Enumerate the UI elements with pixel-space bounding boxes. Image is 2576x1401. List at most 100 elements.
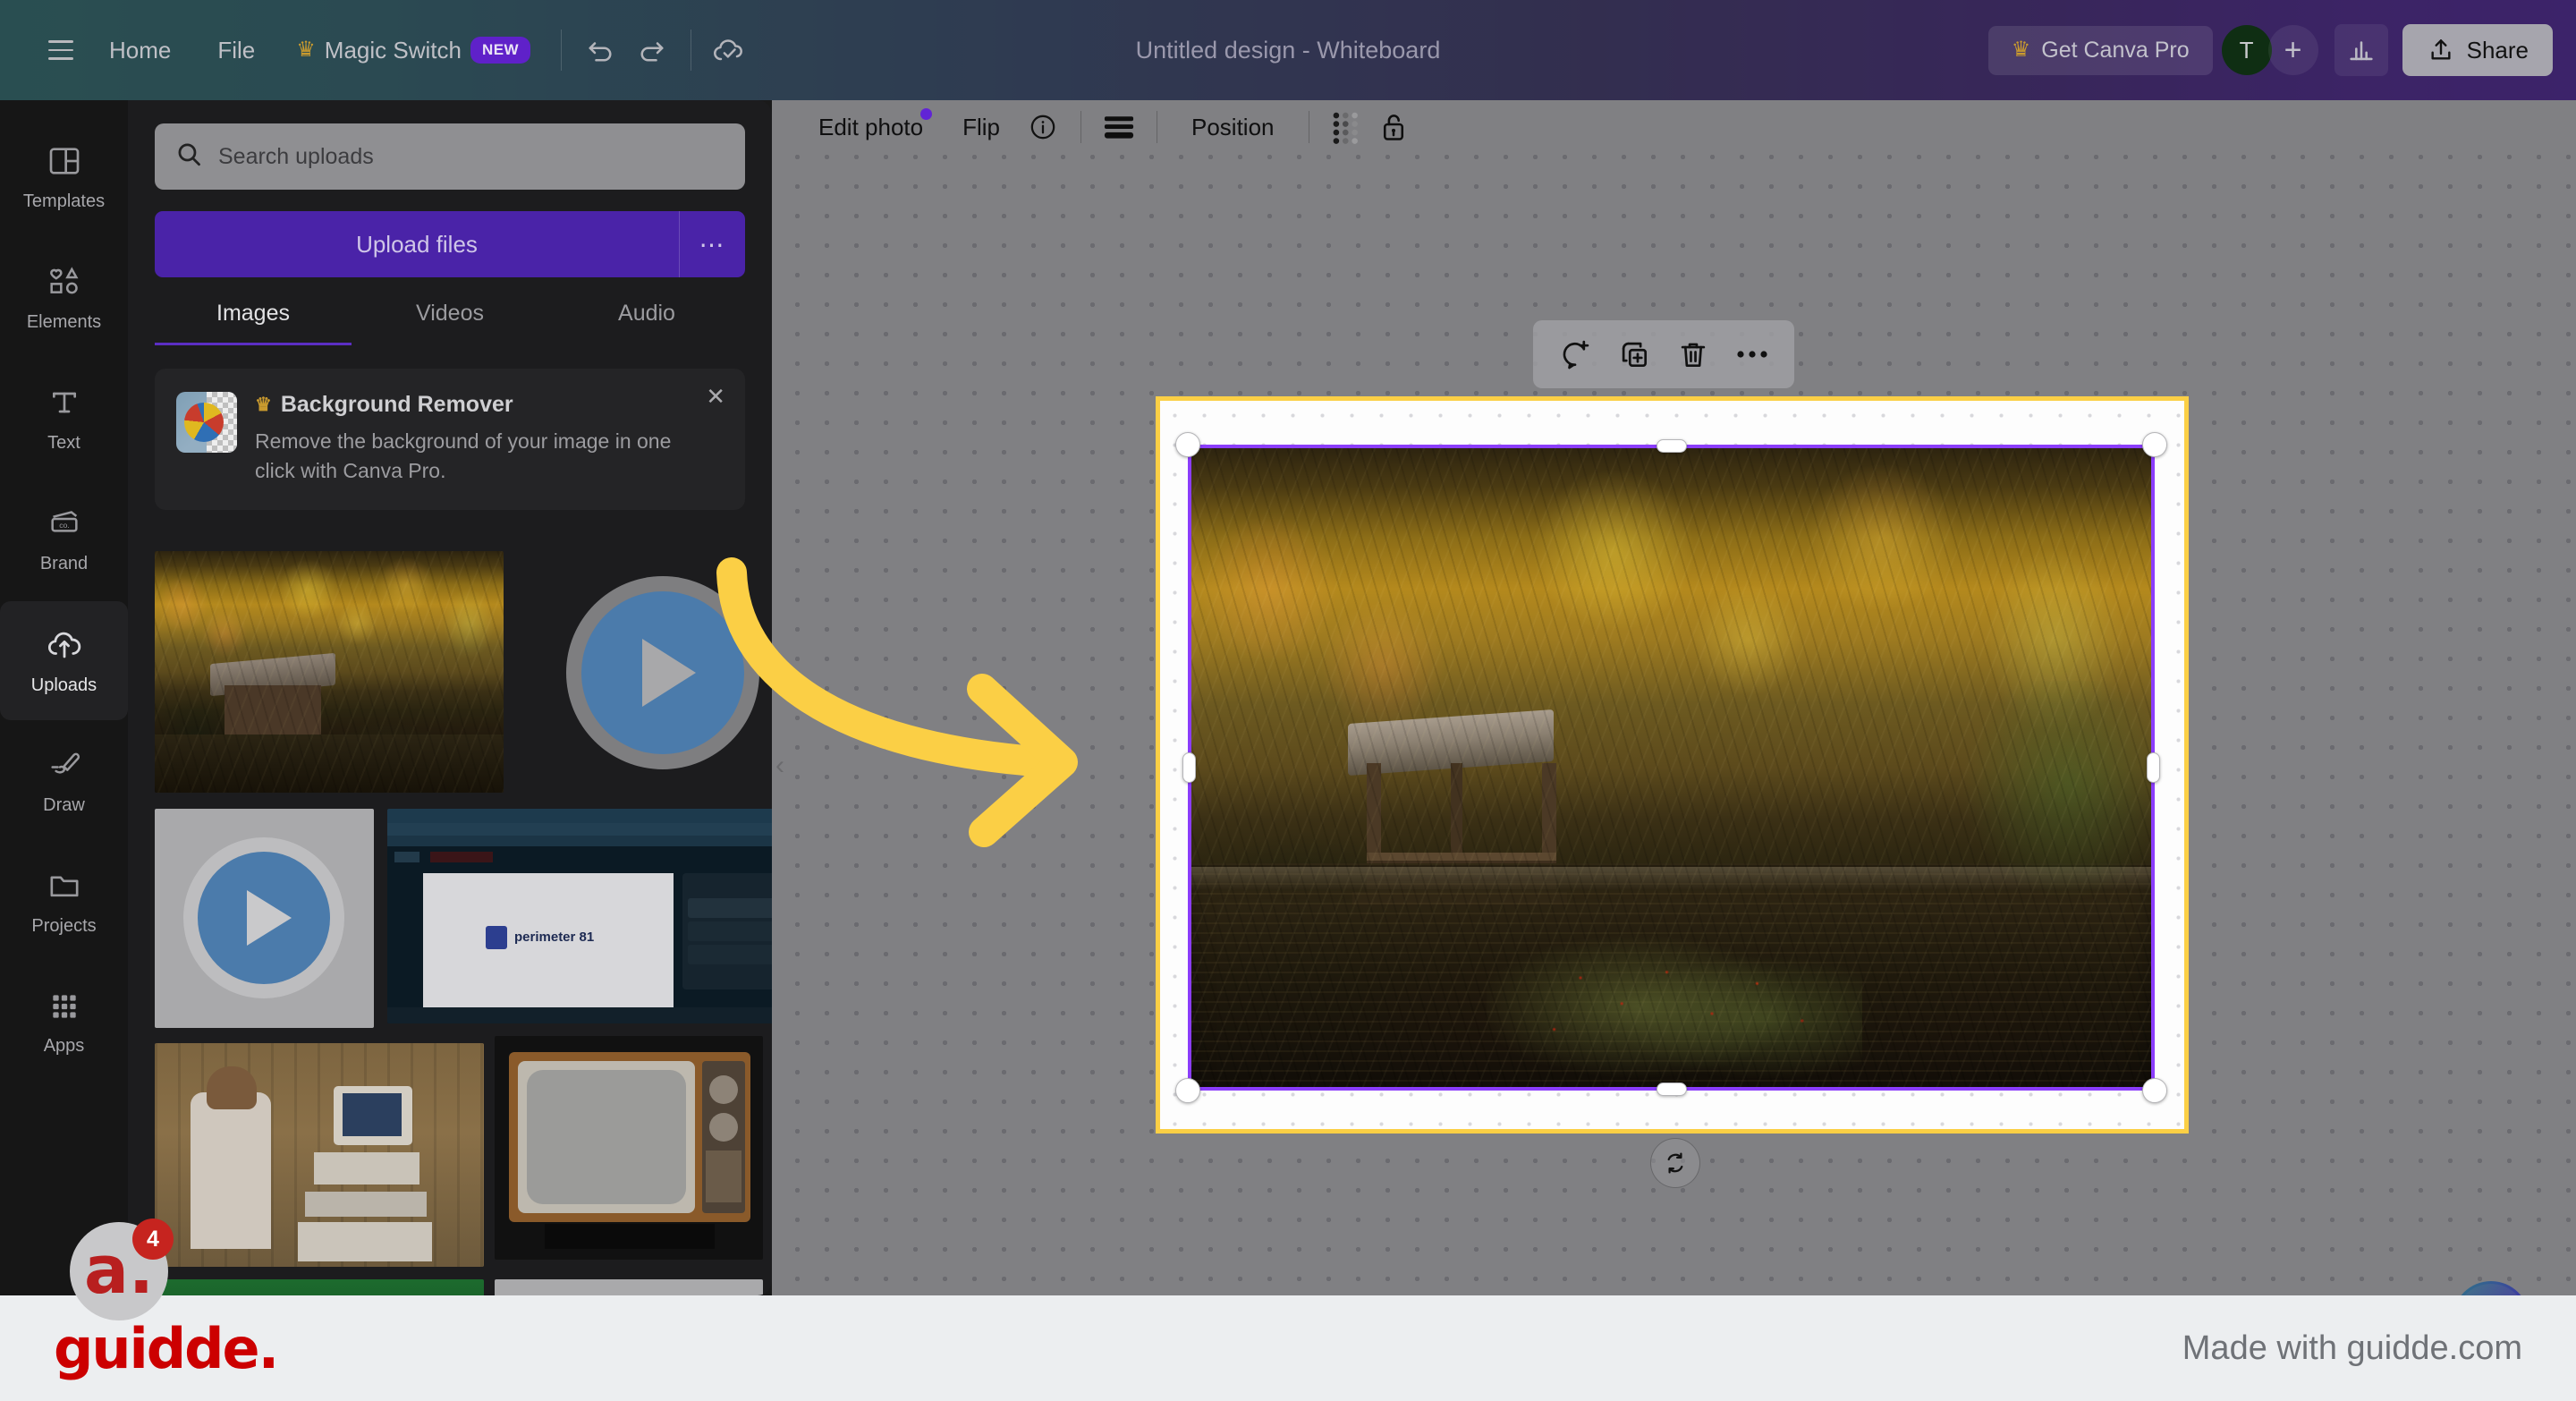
left-sidebar-rail: Templates Elements Text co. Brand Upload… (0, 100, 128, 1295)
home-menu-item[interactable]: Home (86, 28, 194, 73)
upload-icon (2431, 39, 2451, 60)
comment-add-icon[interactable] (1549, 328, 1601, 380)
trash-icon[interactable] (1667, 328, 1719, 380)
bar-chart-icon[interactable] (2334, 24, 2388, 76)
sidebar-item-projects[interactable]: Projects (0, 843, 128, 962)
whiteboard-frame[interactable] (1156, 396, 2189, 1134)
list-item[interactable] (495, 1035, 763, 1260)
align-lines-icon[interactable] (1096, 106, 1142, 149)
pond-water (1191, 863, 2151, 1087)
sidebar-item-draw[interactable]: Draw (0, 722, 128, 841)
promo-title: Background Remover (280, 392, 513, 417)
sidebar-item-label: Brand (39, 554, 89, 573)
resize-handle-bottom-right[interactable] (2142, 1078, 2167, 1103)
sidebar-item-label: Projects (31, 916, 97, 936)
sidebar-item-uploads[interactable]: Uploads (0, 601, 128, 720)
list-item[interactable] (155, 550, 504, 793)
promo-body: Remove the background of your image in o… (255, 429, 672, 483)
cloud-check-icon[interactable] (704, 24, 756, 76)
lock-open-icon[interactable] (1370, 106, 1417, 149)
tab-audio[interactable]: Audio (548, 301, 745, 345)
cabin-post (1451, 763, 1462, 893)
list-item[interactable]: perimeter 81 (387, 808, 772, 1023)
info-circle-icon[interactable] (1020, 106, 1066, 149)
avatar[interactable]: T (2221, 25, 2272, 75)
search-placeholder: Search uploads (218, 143, 374, 169)
position-button[interactable]: Position (1172, 106, 1294, 149)
edit-photo-button[interactable]: Edit photo (799, 106, 943, 149)
file-menu-item[interactable]: File (194, 28, 278, 73)
resize-handle-top-left[interactable] (1175, 432, 1200, 457)
chevron-left-icon[interactable]: ‹ (765, 734, 795, 798)
elements-icon (47, 264, 82, 304)
berry-bush (1487, 935, 1862, 1078)
draw-pen-icon (47, 747, 82, 787)
add-collaborator-button[interactable]: + (2267, 25, 2318, 75)
list-item[interactable] (513, 550, 772, 793)
get-pro-label: Get Canva Pro (2041, 37, 2190, 63)
list-item[interactable] (155, 1278, 484, 1295)
resize-handle-bottom[interactable] (1656, 1083, 1687, 1096)
upload-files-row: Upload files ⋯ (155, 211, 745, 277)
resize-handle-left[interactable] (1182, 752, 1196, 783)
search-input[interactable]: Search uploads (155, 123, 745, 190)
sidebar-item-brand[interactable]: co. Brand (0, 480, 128, 599)
sidebar-item-text[interactable]: Text (0, 360, 128, 479)
guidde-badge[interactable]: a. 4 (70, 1218, 174, 1320)
uploads-panel-inner: Search uploads Upload files ⋯ Images Vid… (128, 100, 772, 510)
list-item[interactable] (155, 808, 374, 1028)
ellipsis-icon[interactable] (1726, 328, 1778, 380)
sidebar-item-label: Elements (26, 312, 102, 332)
header-right-group: ♛ Get Canva Pro T + Share (1987, 0, 2553, 100)
get-canva-pro-button[interactable]: ♛ Get Canva Pro (1987, 25, 2213, 75)
uploads-tabs: Images Videos Audio (155, 301, 745, 345)
rotate-icon[interactable] (1650, 1138, 1700, 1188)
resize-handle-top[interactable] (1656, 439, 1687, 453)
cabin-rail (1367, 853, 1556, 894)
autumn-pond-image[interactable] (1191, 448, 2151, 1087)
sidebar-item-templates[interactable]: Templates (0, 118, 128, 237)
header-left-group: Home File ♛ Magic Switch NEW (0, 24, 756, 76)
redo-icon[interactable] (626, 24, 678, 76)
templates-icon (47, 143, 82, 183)
status-badge: 4 (132, 1218, 174, 1260)
cabin-roof (1348, 709, 1554, 777)
ellipsis-icon[interactable]: ⋯ (679, 211, 745, 277)
edit-photo-label: Edit photo (818, 113, 924, 140)
promo-title-row: ♛ Background Remover (255, 392, 684, 418)
tab-images[interactable]: Images (155, 301, 352, 345)
background-remover-promo-card[interactable]: ♛ Background Remover Remove the backgrou… (155, 369, 745, 510)
flip-button[interactable]: Flip (943, 106, 1020, 149)
sidebar-item-apps[interactable]: Apps (0, 964, 128, 1083)
resize-handle-bottom-left[interactable] (1175, 1078, 1200, 1103)
guidde-footer: guidde. Made with guidde.com (0, 1295, 2576, 1401)
tab-videos[interactable]: Videos (352, 301, 548, 345)
sidebar-item-elements[interactable]: Elements (0, 239, 128, 358)
element-edit-toolbar: Edit photo Flip Position (772, 100, 2576, 154)
search-icon (174, 140, 204, 174)
transparency-dots-icon[interactable] (1324, 106, 1370, 149)
list-item[interactable] (495, 1278, 763, 1295)
duplicate-icon[interactable] (1608, 328, 1660, 380)
cabin-post (1367, 763, 1381, 893)
frame-page-background (1160, 401, 2184, 1129)
beachball-transparency-thumb (176, 392, 237, 453)
resize-handle-right[interactable] (2147, 752, 2160, 783)
upload-files-button[interactable]: Upload files (155, 211, 679, 277)
resize-handle-top-right[interactable] (2142, 432, 2167, 457)
magic-switch-label: Magic Switch (324, 36, 462, 64)
crown-icon: ♛ (296, 38, 316, 62)
brand-icon: co. (47, 505, 82, 546)
undo-icon[interactable] (574, 24, 626, 76)
close-icon[interactable]: ✕ (706, 383, 725, 411)
sidebar-item-label: Text (47, 433, 80, 453)
list-item[interactable] (155, 1042, 484, 1267)
sidebar-item-label: Draw (43, 795, 85, 815)
uploads-panel: Search uploads Upload files ⋯ Images Vid… (128, 100, 772, 1295)
hamburger-icon[interactable] (36, 25, 86, 75)
text-icon (47, 385, 82, 425)
share-button[interactable]: Share (2402, 24, 2553, 76)
magic-switch-button[interactable]: ♛ Magic Switch NEW (278, 28, 548, 73)
sidebar-item-label: Apps (43, 1036, 85, 1056)
selected-image-element[interactable] (1175, 432, 2167, 1103)
